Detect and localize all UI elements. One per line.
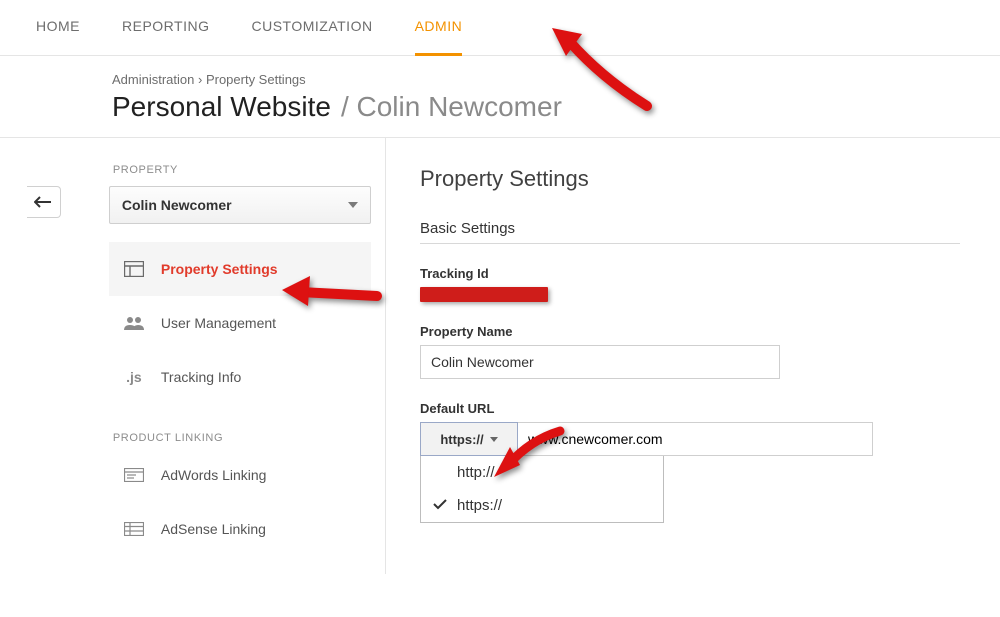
breadcrumb-root[interactable]: Administration (112, 72, 194, 87)
check-icon (433, 497, 447, 514)
tracking-id-redacted (420, 287, 548, 302)
property-name-input[interactable] (420, 345, 780, 379)
breadcrumb-current: Property Settings (206, 72, 306, 87)
protocol-selector[interactable]: https:// (420, 422, 518, 456)
page-title: Personal Website / Colin Newcomer (112, 91, 1000, 123)
nav-admin[interactable]: ADMIN (415, 0, 463, 56)
title-sub: Colin Newcomer (357, 91, 562, 122)
sidebar-item-adwords-linking[interactable]: AdWords Linking (109, 448, 371, 502)
sidebar-label: User Management (161, 315, 276, 331)
sidebar-item-adsense-linking[interactable]: AdSense Linking (109, 502, 371, 556)
sidebar: PROPERTY Colin Newcomer Property Setting… (61, 138, 386, 574)
users-icon (123, 314, 145, 332)
sidebar-label: AdWords Linking (161, 467, 267, 483)
back-column (0, 138, 61, 574)
adwords-icon (123, 466, 145, 484)
sidebar-item-property-settings[interactable]: Property Settings (109, 242, 371, 296)
top-nav: HOME REPORTING CUSTOMIZATION ADMIN (0, 0, 1000, 56)
nav-home[interactable]: HOME (36, 0, 80, 56)
title-main: Personal Website (112, 91, 331, 123)
property-selector[interactable]: Colin Newcomer (109, 186, 371, 224)
content-heading: Property Settings (420, 166, 960, 192)
content: Property Settings Basic Settings Trackin… (386, 138, 1000, 574)
option-label: http:// (457, 464, 495, 481)
title-divider: / (341, 91, 349, 122)
layout-icon (123, 260, 145, 278)
sidebar-label: AdSense Linking (161, 521, 266, 537)
url-row: https:// (420, 422, 873, 456)
sidebar-label: Property Settings (161, 261, 278, 277)
property-selected-text: Colin Newcomer (122, 197, 232, 213)
sidebar-label: Tracking Info (161, 369, 241, 385)
adsense-icon (123, 520, 145, 538)
header: Administration › Property Settings Perso… (0, 56, 1000, 137)
url-input[interactable] (518, 422, 873, 456)
product-linking-label: PRODUCT LINKING (113, 432, 371, 444)
protocol-option-http[interactable]: http:// (421, 456, 663, 489)
basic-settings-heading: Basic Settings (420, 220, 960, 244)
protocol-dropdown: http:// https:// (420, 456, 664, 523)
breadcrumb: Administration › Property Settings (112, 72, 1000, 87)
breadcrumb-sep: › (194, 72, 206, 87)
tracking-id-label: Tracking Id (420, 266, 960, 281)
sidebar-item-user-management[interactable]: User Management (109, 296, 371, 350)
property-name-label: Property Name (420, 324, 960, 339)
protocol-text: https:// (440, 432, 483, 447)
protocol-option-https[interactable]: https:// (421, 489, 663, 522)
js-icon: .js (123, 368, 145, 386)
property-label: PROPERTY (113, 164, 371, 176)
main-row: PROPERTY Colin Newcomer Property Setting… (0, 137, 1000, 574)
sidebar-item-tracking-info[interactable]: .js Tracking Info (109, 350, 371, 404)
nav-customization[interactable]: CUSTOMIZATION (251, 0, 372, 56)
back-button[interactable] (27, 186, 61, 218)
option-label: https:// (457, 497, 502, 514)
caret-down-icon (348, 202, 358, 208)
back-arrow-icon (34, 196, 52, 208)
nav-reporting[interactable]: REPORTING (122, 0, 209, 56)
default-url-label: Default URL (420, 401, 960, 416)
caret-down-icon (490, 437, 498, 442)
